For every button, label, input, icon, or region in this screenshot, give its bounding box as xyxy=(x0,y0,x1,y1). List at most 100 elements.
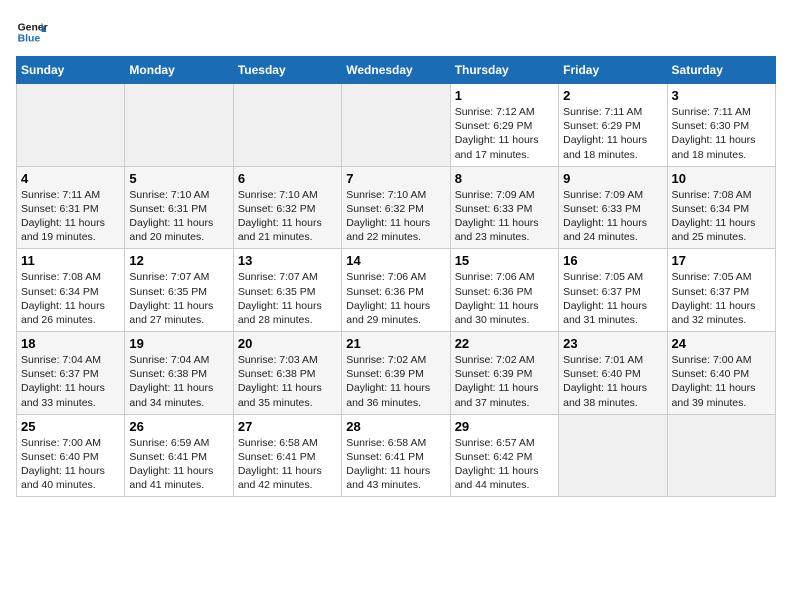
day-number: 4 xyxy=(21,171,120,186)
day-number: 11 xyxy=(21,253,120,268)
day-header-sunday: Sunday xyxy=(17,57,125,84)
day-number: 22 xyxy=(455,336,554,351)
calendar-cell: 9 Sunrise: 7:09 AMSunset: 6:33 PMDaylight… xyxy=(559,166,667,249)
svg-text:Blue: Blue xyxy=(18,34,41,45)
logo-icon: General Blue xyxy=(16,16,48,48)
day-number: 10 xyxy=(672,171,771,186)
calendar-week-4: 18 Sunrise: 7:04 AMSunset: 6:37 PMDayligh… xyxy=(17,332,776,415)
calendar-cell xyxy=(125,84,233,167)
calendar-week-3: 11 Sunrise: 7:08 AMSunset: 6:34 PMDayligh… xyxy=(17,249,776,332)
day-info: Sunrise: 7:11 AMSunset: 6:30 PMDaylight:… xyxy=(672,105,771,162)
day-info: Sunrise: 7:08 AMSunset: 6:34 PMDaylight:… xyxy=(21,270,120,327)
logo: General Blue xyxy=(16,16,48,48)
day-info: Sunrise: 7:03 AMSunset: 6:38 PMDaylight:… xyxy=(238,353,337,410)
calendar-cell: 29 Sunrise: 6:57 AMSunset: 6:42 PMDayligh… xyxy=(450,414,558,497)
day-info: Sunrise: 7:00 AMSunset: 6:40 PMDaylight:… xyxy=(21,436,120,493)
calendar-cell: 8Sunrise: 7:09 AMSunset: 6:33 PMDaylight… xyxy=(450,166,558,249)
day-info: Sunrise: 7:00 AMSunset: 6:40 PMDaylight:… xyxy=(672,353,771,410)
calendar-cell: 4 Sunrise: 7:11 AMSunset: 6:31 PMDaylight… xyxy=(17,166,125,249)
calendar-cell xyxy=(667,414,775,497)
calendar-cell xyxy=(233,84,341,167)
day-number: 19 xyxy=(129,336,228,351)
day-info: Sunrise: 7:04 AMSunset: 6:37 PMDaylight:… xyxy=(21,353,120,410)
day-number: 26 xyxy=(129,419,228,434)
calendar-cell: 7 Sunrise: 7:10 AMSunset: 6:32 PMDaylight… xyxy=(342,166,450,249)
day-number: 3 xyxy=(672,88,771,103)
day-info: Sunrise: 6:57 AMSunset: 6:42 PMDaylight:… xyxy=(455,436,554,493)
day-header-tuesday: Tuesday xyxy=(233,57,341,84)
day-info: Sunrise: 6:58 AMSunset: 6:41 PMDaylight:… xyxy=(238,436,337,493)
calendar-cell: 26 Sunrise: 6:59 AMSunset: 6:41 PMDayligh… xyxy=(125,414,233,497)
day-number: 21 xyxy=(346,336,445,351)
calendar-body: 1 Sunrise: 7:12 AMSunset: 6:29 PMDaylight… xyxy=(17,84,776,497)
day-number: 20 xyxy=(238,336,337,351)
calendar-header-row: SundayMondayTuesdayWednesdayThursdayFrid… xyxy=(17,57,776,84)
day-number: 14 xyxy=(346,253,445,268)
calendar-cell: 5 Sunrise: 7:10 AMSunset: 6:31 PMDaylight… xyxy=(125,166,233,249)
day-number: 9 xyxy=(563,171,662,186)
day-info: Sunrise: 7:12 AMSunset: 6:29 PMDaylight:… xyxy=(455,105,554,162)
day-info: Sunrise: 6:59 AMSunset: 6:41 PMDaylight:… xyxy=(129,436,228,493)
day-header-thursday: Thursday xyxy=(450,57,558,84)
day-info: Sunrise: 7:10 AMSunset: 6:32 PMDaylight:… xyxy=(346,188,445,245)
day-info: Sunrise: 7:11 AMSunset: 6:31 PMDaylight:… xyxy=(21,188,120,245)
day-info: Sunrise: 7:07 AMSunset: 6:35 PMDaylight:… xyxy=(129,270,228,327)
day-number: 2 xyxy=(563,88,662,103)
day-number: 18 xyxy=(21,336,120,351)
day-info: Sunrise: 7:10 AMSunset: 6:32 PMDaylight:… xyxy=(238,188,337,245)
calendar-cell: 25 Sunrise: 7:00 AMSunset: 6:40 PMDayligh… xyxy=(17,414,125,497)
day-number: 25 xyxy=(21,419,120,434)
calendar-cell: 27 Sunrise: 6:58 AMSunset: 6:41 PMDayligh… xyxy=(233,414,341,497)
day-info: Sunrise: 7:09 AMSunset: 6:33 PMDaylight:… xyxy=(563,188,662,245)
calendar-cell xyxy=(342,84,450,167)
calendar-cell: 13Sunrise: 7:07 AMSunset: 6:35 PMDayligh… xyxy=(233,249,341,332)
day-info: Sunrise: 7:11 AMSunset: 6:29 PMDaylight:… xyxy=(563,105,662,162)
calendar-cell: 19 Sunrise: 7:04 AMSunset: 6:38 PMDayligh… xyxy=(125,332,233,415)
calendar-cell: 22 Sunrise: 7:02 AMSunset: 6:39 PMDayligh… xyxy=(450,332,558,415)
day-info: Sunrise: 7:05 AMSunset: 6:37 PMDaylight:… xyxy=(672,270,771,327)
day-header-friday: Friday xyxy=(559,57,667,84)
calendar-cell: 14 Sunrise: 7:06 AMSunset: 6:36 PMDayligh… xyxy=(342,249,450,332)
calendar-cell: 17 Sunrise: 7:05 AMSunset: 6:37 PMDayligh… xyxy=(667,249,775,332)
day-info: Sunrise: 7:06 AMSunset: 6:36 PMDaylight:… xyxy=(346,270,445,327)
day-number: 7 xyxy=(346,171,445,186)
calendar-week-1: 1 Sunrise: 7:12 AMSunset: 6:29 PMDaylight… xyxy=(17,84,776,167)
day-number: 23 xyxy=(563,336,662,351)
day-number: 13 xyxy=(238,253,337,268)
day-info: Sunrise: 7:04 AMSunset: 6:38 PMDaylight:… xyxy=(129,353,228,410)
calendar-cell: 21 Sunrise: 7:02 AMSunset: 6:39 PMDayligh… xyxy=(342,332,450,415)
calendar-cell: 16 Sunrise: 7:05 AMSunset: 6:37 PMDayligh… xyxy=(559,249,667,332)
calendar-cell: 11 Sunrise: 7:08 AMSunset: 6:34 PMDayligh… xyxy=(17,249,125,332)
calendar-cell: 28Sunrise: 6:58 AMSunset: 6:41 PMDayligh… xyxy=(342,414,450,497)
day-number: 16 xyxy=(563,253,662,268)
calendar-cell: 2 Sunrise: 7:11 AMSunset: 6:29 PMDaylight… xyxy=(559,84,667,167)
day-info: Sunrise: 7:10 AMSunset: 6:31 PMDaylight:… xyxy=(129,188,228,245)
day-number: 6 xyxy=(238,171,337,186)
calendar-cell: 24 Sunrise: 7:00 AMSunset: 6:40 PMDayligh… xyxy=(667,332,775,415)
day-number: 12 xyxy=(129,253,228,268)
day-info: Sunrise: 6:58 AMSunset: 6:41 PMDaylight:… xyxy=(346,436,445,493)
calendar-cell: 10 Sunrise: 7:08 AMSunset: 6:34 PMDayligh… xyxy=(667,166,775,249)
calendar-cell xyxy=(559,414,667,497)
calendar-week-5: 25 Sunrise: 7:00 AMSunset: 6:40 PMDayligh… xyxy=(17,414,776,497)
calendar-cell xyxy=(17,84,125,167)
day-number: 27 xyxy=(238,419,337,434)
day-info: Sunrise: 7:02 AMSunset: 6:39 PMDaylight:… xyxy=(346,353,445,410)
day-number: 17 xyxy=(672,253,771,268)
day-header-monday: Monday xyxy=(125,57,233,84)
day-number: 5 xyxy=(129,171,228,186)
day-number: 15 xyxy=(455,253,554,268)
day-number: 1 xyxy=(455,88,554,103)
day-number: 24 xyxy=(672,336,771,351)
calendar-cell: 1 Sunrise: 7:12 AMSunset: 6:29 PMDaylight… xyxy=(450,84,558,167)
day-info: Sunrise: 7:02 AMSunset: 6:39 PMDaylight:… xyxy=(455,353,554,410)
day-number: 29 xyxy=(455,419,554,434)
calendar-week-2: 4 Sunrise: 7:11 AMSunset: 6:31 PMDaylight… xyxy=(17,166,776,249)
calendar-cell: 15Sunrise: 7:06 AMSunset: 6:36 PMDayligh… xyxy=(450,249,558,332)
day-info: Sunrise: 7:05 AMSunset: 6:37 PMDaylight:… xyxy=(563,270,662,327)
page-header: General Blue xyxy=(16,16,776,48)
calendar-cell: 23 Sunrise: 7:01 AMSunset: 6:40 PMDayligh… xyxy=(559,332,667,415)
day-info: Sunrise: 7:08 AMSunset: 6:34 PMDaylight:… xyxy=(672,188,771,245)
day-info: Sunrise: 7:09 AMSunset: 6:33 PMDaylight:… xyxy=(455,188,554,245)
day-info: Sunrise: 7:01 AMSunset: 6:40 PMDaylight:… xyxy=(563,353,662,410)
